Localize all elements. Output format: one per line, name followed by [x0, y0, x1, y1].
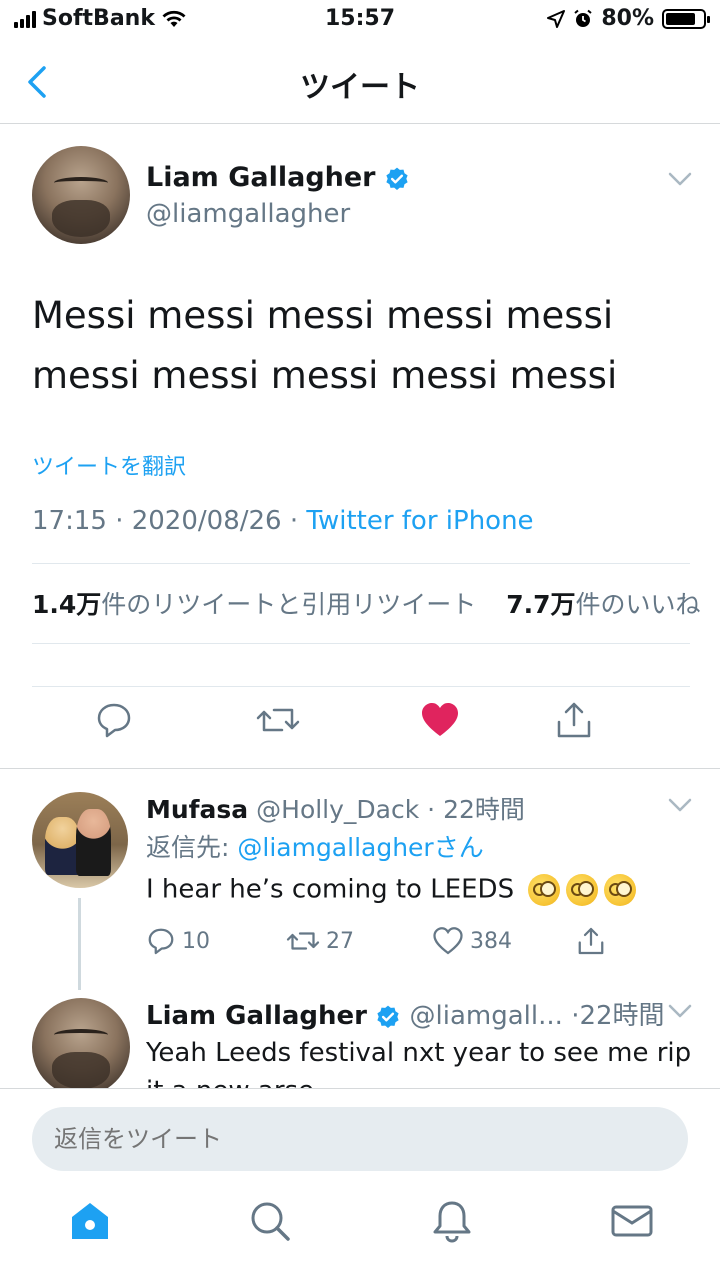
second-author-name[interactable]: Liam Gallagher [146, 1001, 367, 1031]
chevron-down-icon[interactable] [668, 798, 692, 812]
battery-icon [662, 8, 710, 29]
second-reply-time: ·22時間 [571, 1001, 665, 1031]
second-reply-text: Yeah Leeds festival nxt year to see me r… [146, 1038, 692, 1088]
reply-count: 10 [182, 928, 210, 954]
tweet-timestamp: 17:15 · 2020/08/26 · [32, 506, 307, 536]
like-button[interactable] [420, 700, 460, 740]
reply-share-button[interactable] [576, 924, 606, 958]
replying-prefix: 返信先: [146, 833, 238, 862]
status-bar: SoftBank 15:57 80% [0, 0, 720, 40]
second-author-handle: @liamgall... [409, 1001, 563, 1031]
second-reply-header: Liam Gallagher @liamgall... ·22時間 [146, 995, 665, 1032]
tab-search[interactable] [248, 1199, 292, 1243]
tweet-actions [0, 700, 720, 760]
reply-text: I hear he’s coming to LEEDS [146, 874, 515, 905]
divider [32, 686, 690, 687]
author-name: Liam Gallagher [146, 162, 376, 193]
translate-link[interactable]: ツイートを翻訳 [32, 449, 186, 481]
likes-stat[interactable]: 7.7万件のいいね [506, 590, 700, 619]
avatar[interactable] [32, 792, 128, 888]
retweet-button[interactable] [256, 700, 300, 740]
tweet-author[interactable]: Liam Gallagher @liamgallagher [146, 160, 410, 232]
likes-label: 件のいいね [575, 590, 701, 619]
author-handle: @liamgallagher [146, 199, 351, 229]
mail-icon [611, 1205, 653, 1237]
tab-home[interactable] [68, 1199, 112, 1243]
reply-text-row: I hear he’s coming to LEEDS [146, 874, 637, 906]
tab-messages[interactable] [610, 1199, 654, 1243]
heart-filled-icon [422, 703, 458, 736]
divider [32, 643, 690, 644]
divider [32, 563, 690, 564]
bell-icon [433, 1201, 471, 1243]
navigation-bar: ツイート [0, 40, 720, 124]
search-icon [251, 1202, 290, 1241]
chevron-down-icon[interactable] [668, 1004, 692, 1018]
face-with-monocle-emoji [604, 874, 637, 906]
face-with-monocle-emoji [528, 874, 561, 906]
reply-bar [0, 1088, 720, 1280]
likes-count: 7.7万 [506, 590, 576, 619]
reply-button[interactable] [94, 700, 134, 740]
reply-input[interactable] [32, 1107, 688, 1171]
replying-suffix: さん [433, 833, 484, 862]
location-arrow-icon [547, 9, 566, 28]
share-icon [578, 927, 604, 955]
retweets-stat[interactable]: 1.4万件のリツイートと引用リツイート [32, 590, 476, 619]
replying-to-handle[interactable]: @liamgallagher [237, 833, 433, 862]
reply-retweet-button[interactable]: 27 [286, 924, 354, 958]
reply-like-button[interactable]: 384 [432, 924, 512, 958]
retweets-label: 件のリツイートと引用リツイート [101, 590, 477, 619]
retweet-icon [286, 932, 320, 950]
reply-actions: 10 27 384 [146, 924, 626, 958]
share-icon [557, 702, 591, 738]
verified-badge-icon [386, 167, 408, 190]
retweet-icon [256, 708, 300, 732]
like-count: 384 [470, 928, 512, 954]
second-reply[interactable]: Liam Gallagher @liamgall... ·22時間 Yeah L… [0, 980, 720, 1088]
battery-percent: 80% [601, 6, 654, 31]
chevron-down-icon[interactable] [668, 172, 692, 186]
tweet-text: Messi messi messi messi messi messi mess… [32, 294, 618, 397]
retweet-count: 27 [326, 928, 354, 954]
retweets-count: 1.4万 [32, 590, 102, 619]
reply-author-handle: @Holly_Dack [256, 795, 420, 824]
reply-time: · 22時間 [427, 795, 525, 824]
share-button[interactable] [554, 700, 594, 740]
status-right: 80% [547, 6, 710, 31]
alarm-clock-icon [574, 9, 592, 27]
tab-notifications[interactable] [430, 1199, 474, 1243]
reply-author-name[interactable]: Mufasa [146, 795, 248, 824]
verified-badge-icon [377, 1005, 399, 1028]
replying-to: 返信先: @liamgallagherさん [146, 828, 484, 864]
tweet-stats: 1.4万件のリツイートと引用リツイート 7.7万件のいいね [32, 585, 701, 621]
reply-header: Mufasa @Holly_Dack · 22時間 [146, 790, 525, 826]
separator [0, 768, 720, 769]
tab-bar [0, 1199, 720, 1269]
home-icon [72, 1203, 108, 1239]
thread-line [78, 898, 81, 990]
heart-outline-icon [433, 927, 463, 955]
face-with-monocle-emoji [566, 874, 599, 906]
tweet-source[interactable]: Twitter for iPhone [306, 506, 533, 536]
page-title: ツイート [300, 70, 420, 105]
avatar[interactable] [32, 998, 130, 1088]
tweet-meta: 17:15 · 2020/08/26 · Twitter for iPhone [32, 506, 534, 536]
reply-icon [148, 928, 174, 955]
reply-icon [97, 703, 131, 738]
avatar[interactable] [32, 146, 130, 244]
reply-reply-button[interactable]: 10 [146, 924, 210, 958]
